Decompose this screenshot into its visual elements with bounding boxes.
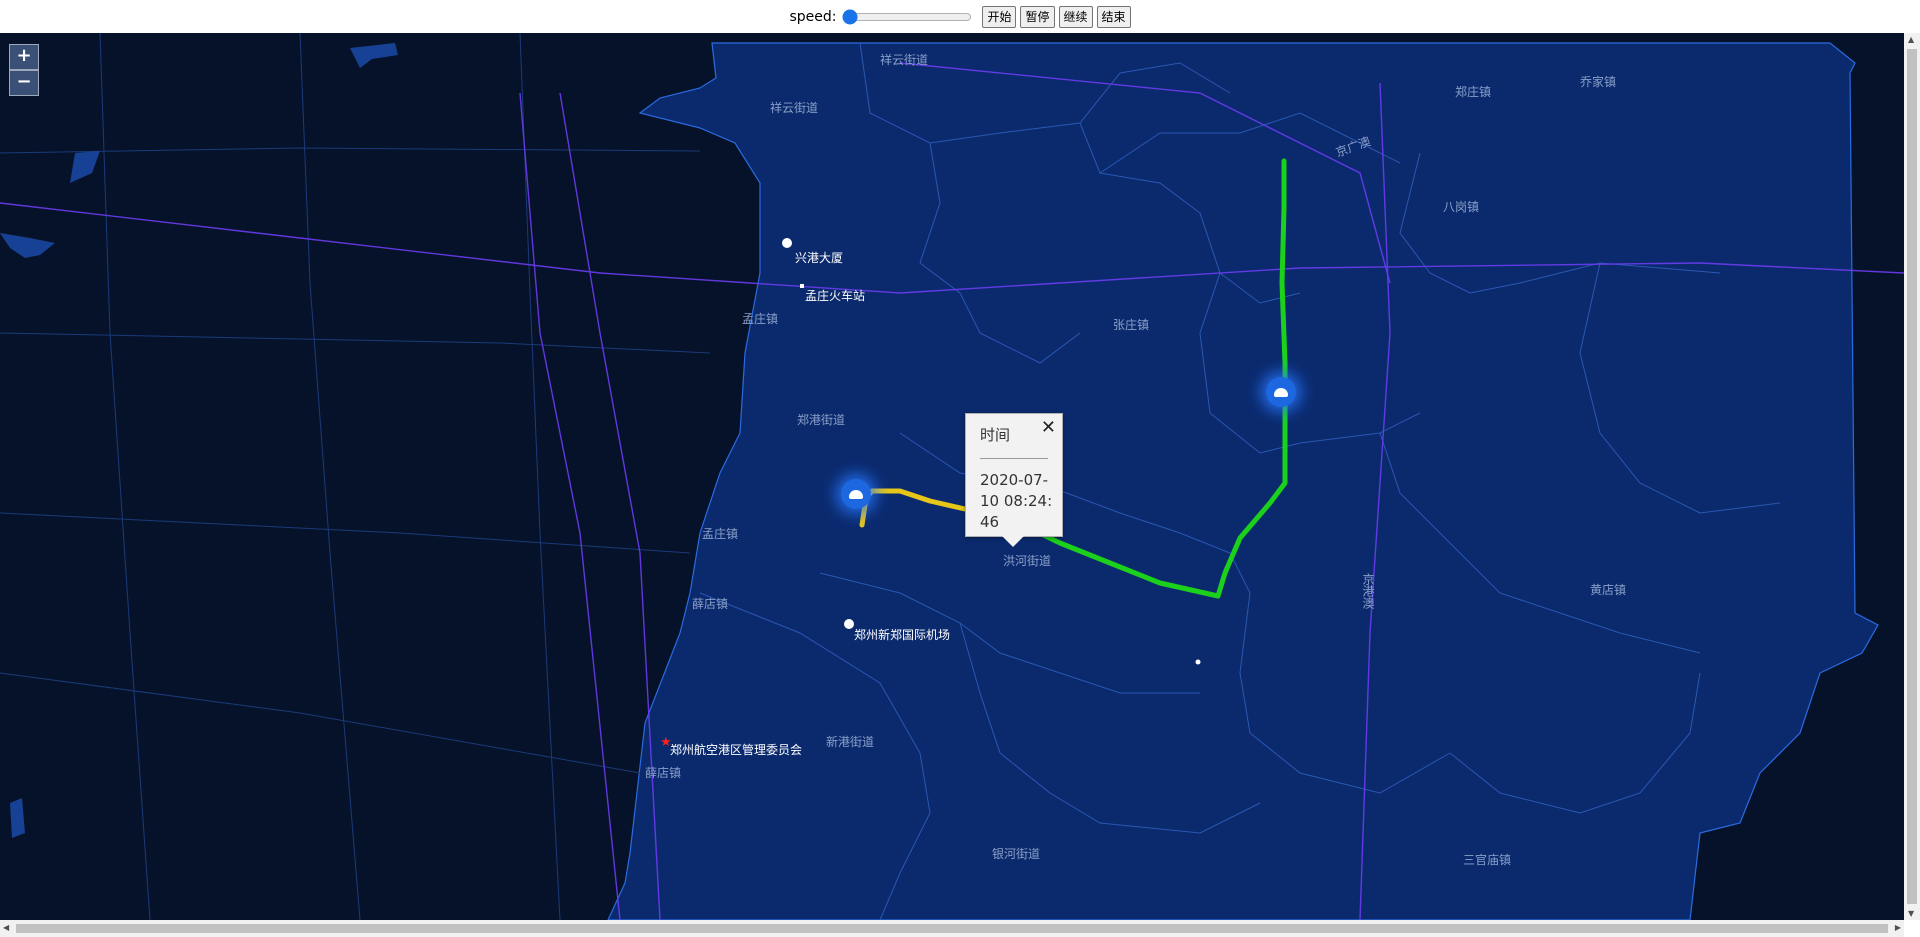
place-label: 薛店镇 <box>645 766 682 780</box>
playback-controls: speed: 开始 暂停 继续 结束 <box>0 0 1920 33</box>
speed-label: speed: <box>789 8 837 25</box>
location-dot <box>1195 659 1201 665</box>
end-button[interactable]: 结束 <box>1096 5 1131 28</box>
station-icon <box>800 284 804 288</box>
place-label: 八岗镇 <box>1443 200 1480 214</box>
horizontal-scroll-thumb[interactable] <box>16 924 1888 933</box>
start-button[interactable]: 开始 <box>982 5 1017 28</box>
place-label: 黄店镇 <box>1590 583 1627 597</box>
popup-title: 时间 <box>980 426 1011 444</box>
vertical-scroll-thumb[interactable] <box>1907 49 1917 904</box>
police-cap-icon <box>1274 387 1288 397</box>
speed-slider[interactable] <box>842 8 973 25</box>
place-label: 郑港街道 <box>797 413 846 427</box>
time-popup: 时间 ✕ 2020-07-10 08:24:46 <box>965 413 1063 547</box>
resume-button[interactable]: 继续 <box>1058 5 1093 28</box>
place-label: 洪河街道 <box>1003 554 1052 568</box>
place-label: 孟庄镇 <box>702 527 739 541</box>
poi-label: 兴港大厦 <box>795 251 844 265</box>
police-cap-icon <box>849 489 863 499</box>
scroll-down-icon[interactable]: ▼ <box>1908 909 1914 918</box>
place-label: 薛店镇 <box>692 597 729 611</box>
popup-time-value: 2020-07-10 08:24:46 <box>980 471 1053 531</box>
start-marker[interactable] <box>841 479 871 509</box>
district-area <box>607 42 1879 920</box>
map-canvas[interactable]: 祥云街道 祥云街道 郑庄镇 乔家镇 八岗镇 张庄镇 孟庄镇 郑港街道 孟庄镇 薛… <box>0 33 1904 920</box>
poi-label: 郑州航空港区管理委员会 <box>670 743 803 757</box>
zoom-in-button[interactable]: + <box>9 44 39 70</box>
airport-icon <box>844 619 854 629</box>
place-label: 乔家镇 <box>1580 75 1617 89</box>
place-label: 祥云街道 <box>880 53 929 67</box>
place-label: 孟庄镇 <box>742 312 779 326</box>
horizontal-scrollbar[interactable]: ◀ ▶ <box>0 920 1904 937</box>
building-icon <box>782 238 792 248</box>
vertical-scrollbar[interactable]: ▲ ▼ <box>1904 33 1920 920</box>
popup-divider <box>980 458 1048 459</box>
scroll-right-icon[interactable]: ▶ <box>1895 923 1901 932</box>
poi-label: 孟庄火车站 <box>805 289 866 303</box>
place-label: 祥云街道 <box>770 101 819 115</box>
place-label: 三官庙镇 <box>1463 853 1512 867</box>
place-label: 京港澳 <box>1361 573 1375 609</box>
place-label: 银河街道 <box>992 847 1041 861</box>
zoom-out-button[interactable]: − <box>9 70 39 96</box>
popup-pointer <box>1002 536 1024 547</box>
poi-label: 郑州新郑国际机场 <box>854 628 951 642</box>
current-marker[interactable] <box>1266 377 1296 407</box>
scroll-up-icon[interactable]: ▲ <box>1908 35 1914 44</box>
close-icon[interactable]: ✕ <box>1041 417 1056 438</box>
place-label: 郑庄镇 <box>1455 85 1492 99</box>
map-layers <box>0 33 1904 920</box>
pause-button[interactable]: 暂停 <box>1020 5 1055 28</box>
scroll-left-icon[interactable]: ◀ <box>3 923 9 932</box>
place-label: 张庄镇 <box>1113 318 1150 332</box>
place-label: 新港街道 <box>826 735 875 749</box>
